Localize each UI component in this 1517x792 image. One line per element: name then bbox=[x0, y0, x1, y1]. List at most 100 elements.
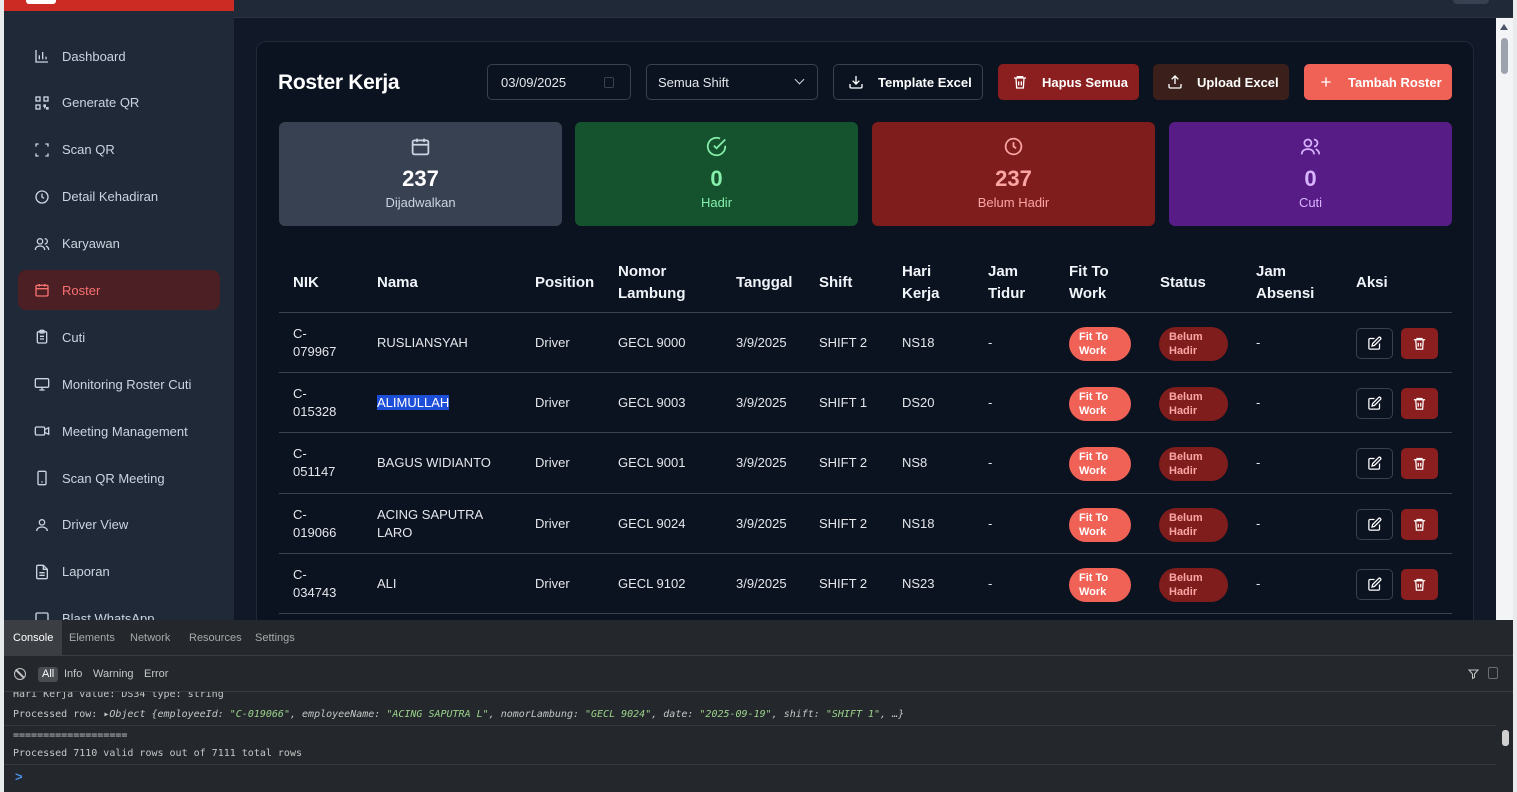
sidebar-item-scan-qr-meeting[interactable]: Scan QR Meeting bbox=[18, 458, 220, 498]
badge-text: Work bbox=[1079, 405, 1107, 418]
edit-button[interactable] bbox=[1356, 388, 1393, 420]
header-position[interactable]: Position bbox=[535, 272, 594, 294]
sidebar-item-detail-kehadiran[interactable]: Detail Kehadiran bbox=[18, 177, 220, 217]
badge-text: Hadir bbox=[1169, 525, 1198, 538]
delete-button[interactable] bbox=[1401, 388, 1438, 420]
cell-nik-text: C- bbox=[293, 326, 307, 341]
filter-icon[interactable] bbox=[1467, 668, 1480, 680]
stat-label: Dijadwalkan bbox=[385, 195, 456, 210]
cell-hari-kerja: NS23 bbox=[902, 575, 935, 591]
cell-nomor-lambung: GECL 9001 bbox=[618, 455, 686, 471]
sidebar-item-cuti[interactable]: Cuti bbox=[18, 317, 220, 357]
template-excel-button[interactable]: Template Excel bbox=[833, 64, 983, 100]
sidebar-item-label: Driver View bbox=[62, 517, 129, 533]
filter-info[interactable]: Info bbox=[60, 667, 86, 682]
header-button[interactable] bbox=[1453, 0, 1489, 4]
tab-resources[interactable]: Resources bbox=[180, 620, 251, 656]
delete-button[interactable] bbox=[1401, 568, 1438, 600]
header-line: Hari bbox=[902, 263, 932, 280]
sidebar-item-label: Scan QR Meeting bbox=[62, 470, 165, 486]
brand-logo[interactable] bbox=[26, 0, 56, 4]
stat-card-hadir: 0 Hadir bbox=[575, 122, 858, 226]
delete-button[interactable] bbox=[1401, 328, 1438, 359]
tab-elements[interactable]: Elements bbox=[60, 620, 124, 656]
tab-console[interactable]: Console bbox=[4, 620, 63, 656]
edit-icon bbox=[1368, 456, 1382, 471]
header-line: Fit To bbox=[1069, 263, 1109, 280]
cell-jam-tidur: - bbox=[988, 575, 993, 591]
badge-text: Fit To bbox=[1079, 391, 1109, 404]
header-shift[interactable]: Shift bbox=[819, 272, 852, 294]
page-scrollbar[interactable] bbox=[1496, 18, 1513, 620]
header-hari-kerja[interactable]: Hari Kerja bbox=[902, 261, 940, 305]
header-nomor-lambung[interactable]: Nomor Lambung bbox=[618, 261, 686, 305]
console-scrollbar[interactable] bbox=[1498, 692, 1513, 792]
sidebar-item-meeting-management[interactable]: Meeting Management bbox=[18, 411, 220, 451]
header-jam-absensi[interactable]: Jam Absensi bbox=[1256, 261, 1314, 305]
scroll-up-arrow-icon[interactable] bbox=[1500, 24, 1508, 30]
edit-button[interactable] bbox=[1356, 448, 1393, 480]
delete-button[interactable] bbox=[1401, 448, 1438, 480]
edit-button[interactable] bbox=[1356, 508, 1393, 540]
edit-button[interactable] bbox=[1356, 568, 1393, 600]
header-status[interactable]: Status bbox=[1160, 272, 1206, 294]
sidebar-item-laporan[interactable]: Laporan bbox=[18, 552, 220, 592]
header-tanggal[interactable]: Tanggal bbox=[736, 272, 792, 294]
sidebar-item-generate-qr[interactable]: Generate QR bbox=[18, 83, 220, 123]
console-divider bbox=[4, 764, 1496, 765]
cell-nik-text: 079967 bbox=[293, 344, 337, 359]
date-value: 03/09/2025 bbox=[501, 74, 567, 90]
upload-excel-button[interactable]: Upload Excel bbox=[1153, 64, 1289, 100]
cell-nomor-lambung: GECL 9003 bbox=[618, 395, 686, 411]
cell-tanggal: 3/9/2025 bbox=[736, 515, 787, 531]
sidebar-item-label: Cuti bbox=[62, 329, 86, 345]
cell-nama-text: RUSLIANSYAH bbox=[377, 335, 468, 350]
tambah-roster-button[interactable]: Tambah Roster bbox=[1304, 64, 1452, 100]
sidebar-item-blast-whatsapp[interactable]: Blast WhatsApp bbox=[18, 599, 220, 620]
scrollbar-thumb[interactable] bbox=[1501, 38, 1508, 74]
console-text: Processed row: bbox=[13, 709, 104, 720]
cell-jam-absensi: - bbox=[1256, 515, 1261, 531]
shift-select[interactable]: Semua Shift bbox=[646, 64, 818, 100]
header-nik[interactable]: NIK bbox=[293, 272, 319, 294]
header-nama[interactable]: Nama bbox=[377, 272, 418, 294]
edit-button[interactable] bbox=[1356, 328, 1393, 359]
cell-nik: C- 034743 bbox=[293, 566, 336, 602]
cell-hari-kerja: NS8 bbox=[902, 455, 928, 471]
console-value: "2025-09-19" bbox=[699, 709, 772, 720]
cell-tanggal: 3/9/2025 bbox=[736, 455, 787, 471]
hapus-semua-button[interactable]: Hapus Semua bbox=[998, 64, 1139, 100]
copy-icon[interactable] bbox=[1488, 667, 1498, 679]
console-prompt[interactable]: > bbox=[15, 769, 23, 784]
sidebar-item-driver-view[interactable]: Driver View bbox=[18, 505, 220, 545]
date-input[interactable]: 03/09/2025 bbox=[487, 64, 631, 100]
cell-position: Driver bbox=[535, 455, 570, 471]
fit-to-work-badge: Fit To Work bbox=[1069, 507, 1131, 542]
trash-icon bbox=[1413, 458, 1426, 471]
stat-value: 237 bbox=[402, 166, 439, 191]
sidebar-item-scan-qr[interactable]: Scan QR bbox=[18, 130, 220, 170]
trash-icon bbox=[1413, 337, 1426, 350]
sidebar-item-label: Generate QR bbox=[62, 95, 140, 111]
sidebar-item-karyawan[interactable]: Karyawan bbox=[18, 224, 220, 264]
delete-button[interactable] bbox=[1401, 508, 1438, 540]
template-excel-label: Template Excel bbox=[878, 74, 972, 90]
filter-error[interactable]: Error bbox=[140, 667, 172, 682]
header-fit-to-work[interactable]: Fit To Work bbox=[1069, 261, 1109, 305]
tab-settings[interactable]: Settings bbox=[246, 620, 304, 656]
clear-console-icon[interactable] bbox=[14, 668, 26, 680]
calendar-picker-icon[interactable] bbox=[604, 77, 614, 88]
fit-to-work-badge: Fit To Work bbox=[1069, 447, 1131, 482]
sidebar-item-monitoring-roster-cuti[interactable]: Monitoring Roster Cuti bbox=[18, 364, 220, 404]
console-line-object[interactable]: Processed row: ▸Object {employeeId: "C-0… bbox=[13, 709, 904, 720]
filter-warning[interactable]: Warning bbox=[89, 667, 138, 682]
header-jam-tidur[interactable]: Jam Tidur bbox=[988, 261, 1025, 305]
filter-all[interactable]: All bbox=[38, 667, 59, 682]
console-scrollbar-thumb[interactable] bbox=[1502, 730, 1509, 746]
header-line: Absensi bbox=[1256, 285, 1315, 302]
cell-nik-text: C- bbox=[293, 506, 307, 522]
sidebar-item-roster[interactable]: Roster bbox=[18, 270, 220, 311]
sidebar-item-dashboard[interactable]: Dashboard bbox=[18, 36, 220, 76]
video-icon bbox=[34, 426, 50, 436]
tab-network[interactable]: Network bbox=[121, 620, 179, 656]
